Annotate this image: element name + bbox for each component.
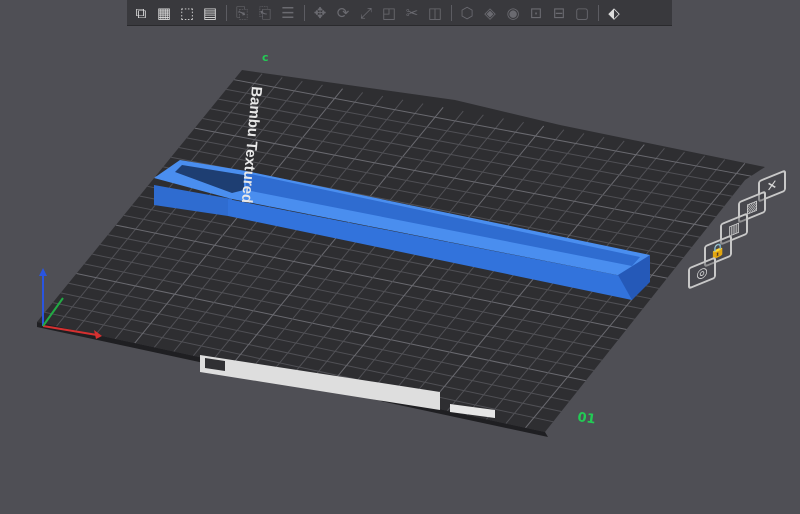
3d-viewport[interactable]: Bambu Textured 01 c	[0, 0, 800, 514]
plate-number: 01	[576, 410, 596, 427]
corner-marker: c	[262, 51, 269, 64]
